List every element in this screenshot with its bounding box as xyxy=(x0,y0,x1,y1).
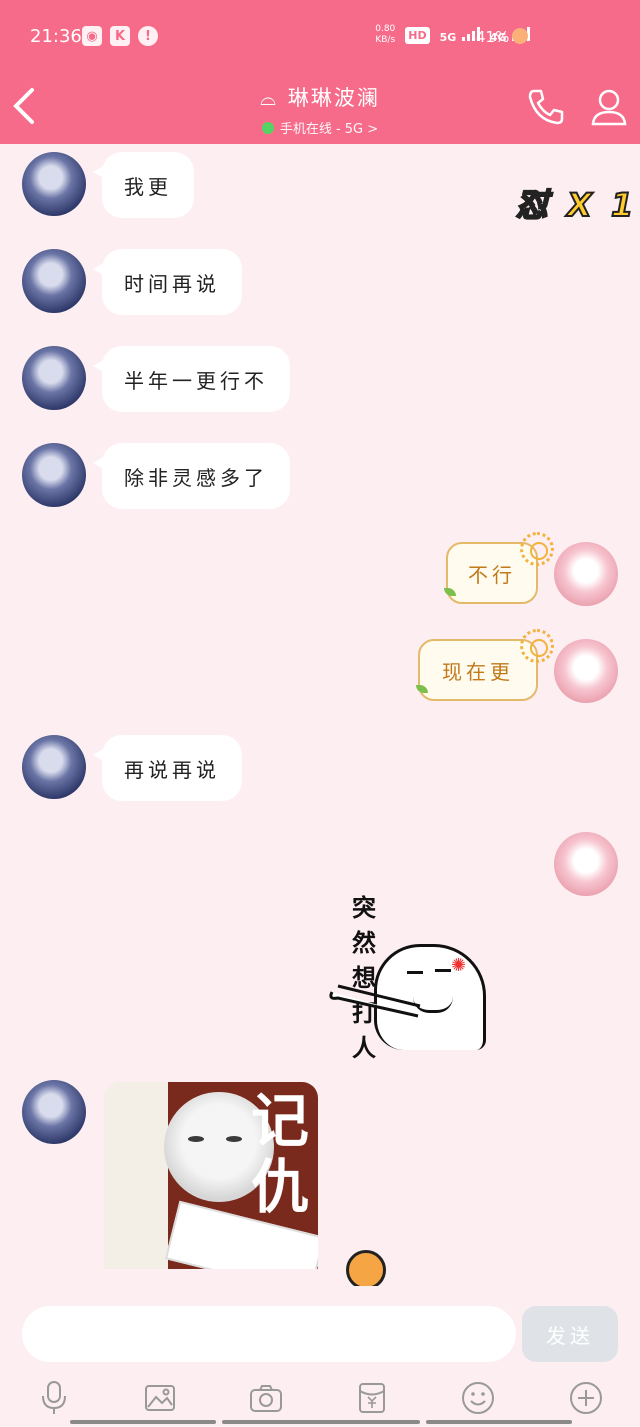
online-status-text: 手机在线 - 5G > xyxy=(279,122,379,137)
camera-icon xyxy=(250,1385,282,1412)
message-bubble[interactable]: 半年一更行不 xyxy=(93,346,290,412)
person-icon xyxy=(591,89,627,126)
avatar-self[interactable] xyxy=(554,639,618,703)
mic-icon xyxy=(42,1381,66,1414)
status-time: 21:36 xyxy=(30,26,82,47)
avatar[interactable] xyxy=(22,249,86,313)
sticker-message[interactable]: 记仇 xyxy=(104,1082,318,1269)
plus-icon xyxy=(570,1382,602,1414)
avatar[interactable] xyxy=(22,152,86,216)
image-icon xyxy=(145,1385,175,1411)
profile-button[interactable] xyxy=(588,86,630,132)
camera-button[interactable] xyxy=(246,1380,286,1416)
network-speed: 0.80 KB/s xyxy=(375,24,396,45)
anger-mark-icon: ✺ xyxy=(451,955,467,976)
chat-header: ⌓ 琳琳波澜 手机在线 - 5G > xyxy=(0,72,640,144)
cat-app-icon: ◉ xyxy=(82,26,102,46)
phone-call-button[interactable] xyxy=(524,86,566,132)
message-bubble[interactable]: 时间再说 xyxy=(93,249,242,315)
gesture-bar xyxy=(70,1420,572,1424)
red-packet-icon xyxy=(359,1383,385,1413)
avatar-self[interactable] xyxy=(554,832,618,896)
sun-decoration-icon xyxy=(520,532,554,566)
message-bubble[interactable]: 我更 xyxy=(93,152,194,218)
avatar[interactable] xyxy=(22,735,86,799)
avatar[interactable] xyxy=(22,443,86,507)
emoji-icon xyxy=(462,1382,494,1414)
avatar[interactable] xyxy=(22,346,86,410)
red-packet-button[interactable] xyxy=(352,1380,392,1416)
moon-icon xyxy=(512,28,528,44)
online-status-dot xyxy=(261,122,274,134)
message-input[interactable] xyxy=(22,1306,516,1362)
reaction-coin-icon[interactable] xyxy=(346,1250,386,1290)
combo-badge: 怼 X 1 xyxy=(515,185,638,225)
image-button[interactable] xyxy=(140,1380,180,1416)
message-bubble[interactable]: 除非灵感多了 xyxy=(93,443,290,509)
input-bar: 发送 xyxy=(0,1286,640,1427)
status-bar: 21:36 ◉ K ! 0.80 KB/s HD 5G 4G 41% xyxy=(0,0,640,72)
emoji-button[interactable] xyxy=(458,1380,498,1416)
alert-icon: ! xyxy=(138,26,158,46)
message-bubble[interactable]: 再说再说 xyxy=(93,735,242,801)
phone-icon xyxy=(528,89,564,125)
sticker-caption: 记仇 xyxy=(250,1087,309,1221)
battery-level: 41% xyxy=(476,28,510,46)
avatar[interactable] xyxy=(22,1080,86,1144)
more-button[interactable] xyxy=(566,1380,606,1416)
k-app-icon: K xyxy=(110,26,130,46)
signal-5g: 5G xyxy=(440,26,480,44)
pointing-arm xyxy=(329,984,421,1018)
sun-decoration-icon xyxy=(520,629,554,663)
hd-icon: HD xyxy=(405,26,430,44)
chat-title: 琳琳波澜 xyxy=(287,86,380,110)
send-button[interactable]: 发送 xyxy=(522,1306,618,1362)
voice-button[interactable] xyxy=(34,1380,74,1416)
ear-icon: ⌓ xyxy=(260,86,278,110)
avatar-self[interactable] xyxy=(554,542,618,606)
status-notification-icons: ◉ K ! xyxy=(82,26,158,46)
